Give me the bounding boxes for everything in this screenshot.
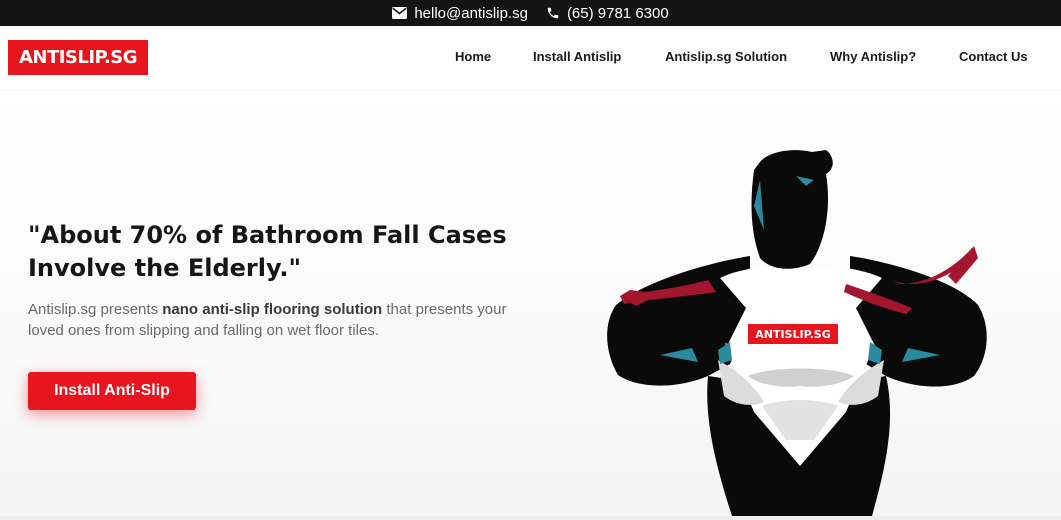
install-anti-slip-button[interactable]: Install Anti-Slip xyxy=(28,372,196,410)
section-divider xyxy=(0,516,1061,520)
nav-home[interactable]: Home xyxy=(455,49,491,64)
phone-icon xyxy=(547,7,559,19)
phone-contact[interactable]: (65) 9781 6300 xyxy=(546,5,669,22)
email-text[interactable]: hello@antislip.sg xyxy=(414,5,528,22)
hero-section: "About 70% of Bathroom Fall Cases Involv… xyxy=(0,90,1061,516)
hero-description-highlight: nano anti-slip flooring solution xyxy=(162,301,383,318)
hero-description-prefix: Antislip.sg presents xyxy=(28,301,163,318)
nav-install-antislip[interactable]: Install Antislip xyxy=(533,49,621,64)
superhero-illustration: ANTISLIP.SG xyxy=(607,150,987,516)
nav-why-antislip[interactable]: Why Antislip? xyxy=(830,49,916,64)
email-contact[interactable]: hello@antislip.sg xyxy=(392,5,528,22)
site-logo[interactable]: ANTISLIP.SG xyxy=(8,40,148,75)
envelope-icon xyxy=(392,7,408,19)
hero-headline: "About 70% of Bathroom Fall Cases Involv… xyxy=(28,221,507,282)
site-header: ANTISLIP.SG Home Install Antislip Antisl… xyxy=(0,26,1061,90)
top-contact-bar: hello@antislip.sg (65) 9781 6300 xyxy=(0,0,1061,26)
illustration-badge-text: ANTISLIP.SG xyxy=(755,328,831,341)
phone-text[interactable]: (65) 9781 6300 xyxy=(567,5,669,22)
hero-description: Antislip.sg presents nano anti-slip floo… xyxy=(28,299,508,341)
nav-contact-us[interactable]: Contact Us xyxy=(959,49,1028,64)
nav-antislip-solution[interactable]: Antislip.sg Solution xyxy=(665,49,787,64)
